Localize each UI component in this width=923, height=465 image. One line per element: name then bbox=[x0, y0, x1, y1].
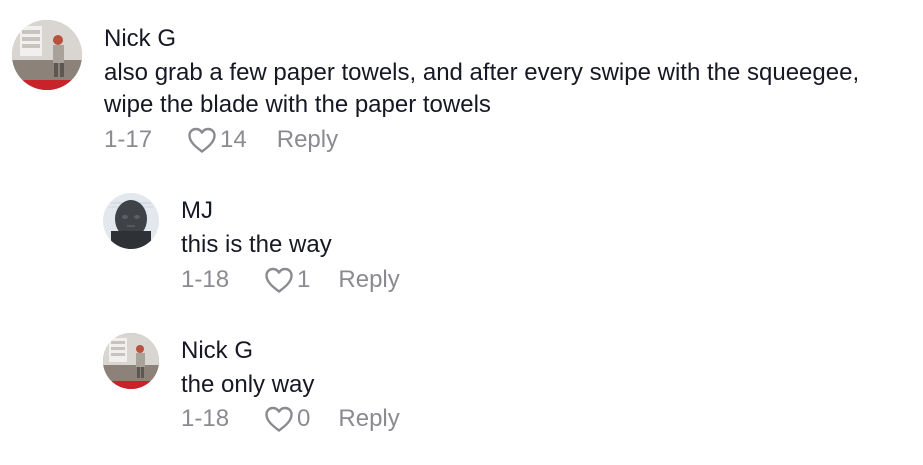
reply-button[interactable]: Reply bbox=[277, 126, 338, 154]
reply-text: the only way bbox=[181, 371, 315, 398]
reply-nick-g: Nick G the only way 1-18 0 Reply bbox=[0, 325, 923, 445]
comment-author[interactable]: Nick G bbox=[104, 25, 176, 53]
reply-mj: MJ this is the way 1-18 1 Reply bbox=[0, 185, 923, 305]
reply-button[interactable]: Reply bbox=[338, 266, 399, 294]
comment-meta: 1-17 14 Reply bbox=[104, 125, 338, 155]
reply-meta: 1-18 0 Reply bbox=[181, 404, 400, 434]
heart-outline-icon bbox=[265, 406, 293, 432]
reply-date: 1-18 bbox=[181, 405, 230, 432]
comment-date: 1-17 bbox=[104, 126, 153, 153]
comment-thread: Nick G also grab a few paper towels, and… bbox=[0, 0, 923, 465]
like-count: 0 bbox=[297, 405, 311, 432]
reply-button[interactable]: Reply bbox=[338, 405, 399, 433]
comment-nick-g: Nick G also grab a few paper towels, and… bbox=[0, 0, 923, 170]
like-button[interactable]: 0 bbox=[263, 405, 310, 433]
heart-outline-icon bbox=[265, 267, 293, 293]
nick-g-avatar[interactable] bbox=[12, 20, 82, 90]
comment-text-line-2: wipe the blade with the paper towels bbox=[104, 91, 491, 118]
mj-avatar[interactable] bbox=[103, 193, 159, 249]
reply-author[interactable]: MJ bbox=[181, 197, 213, 225]
like-button[interactable]: 14 bbox=[186, 126, 247, 154]
comment-text-line-1: also grab a few paper towels, and after … bbox=[104, 59, 860, 86]
reply-date: 1-18 bbox=[181, 266, 230, 293]
heart-outline-icon bbox=[188, 127, 216, 153]
reply-text: this is the way bbox=[181, 231, 332, 258]
reply-meta: 1-18 1 Reply bbox=[181, 265, 400, 295]
reply-author[interactable]: Nick G bbox=[181, 337, 253, 365]
nick-g-avatar[interactable] bbox=[103, 333, 159, 389]
like-count: 1 bbox=[297, 266, 311, 293]
like-button[interactable]: 1 bbox=[263, 266, 310, 294]
like-count: 14 bbox=[220, 126, 247, 153]
